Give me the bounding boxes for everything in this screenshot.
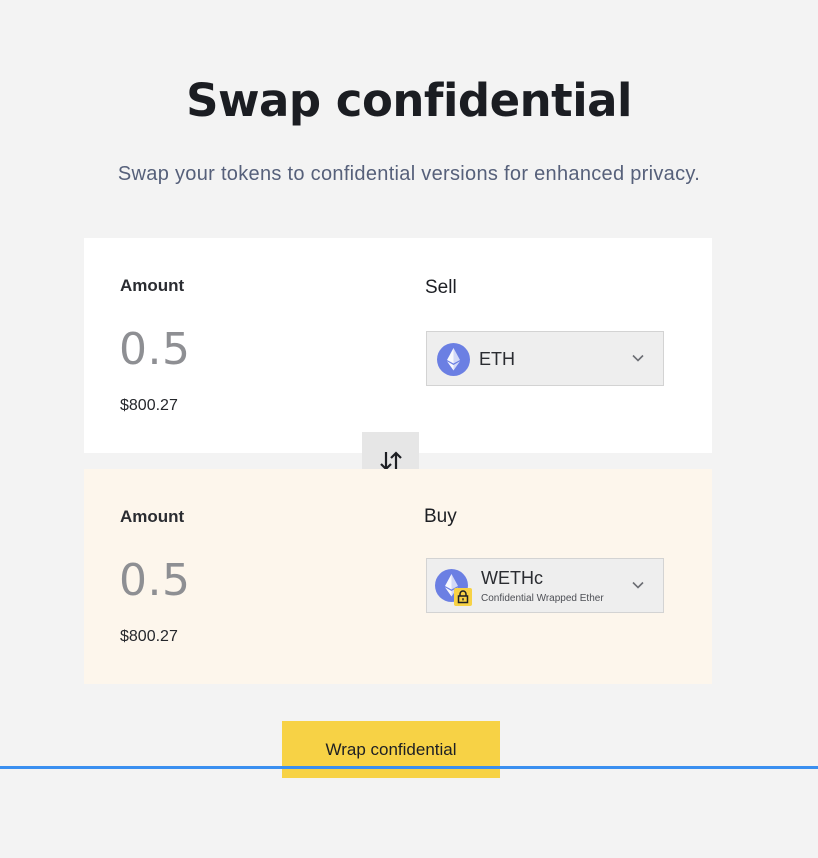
ethereum-icon — [437, 343, 470, 376]
sell-card: Amount 0.5 $800.27 Sell ETH — [84, 238, 712, 453]
buy-card: Amount 0.5 $800.27 Buy WETHc Confidentia… — [84, 469, 712, 684]
page-title: Swap confidential — [186, 74, 632, 127]
chevron-down-icon — [632, 354, 644, 362]
sell-label: Sell — [425, 277, 457, 298]
sell-amount-label: Amount — [120, 276, 185, 295]
sell-amount-input[interactable]: 0.5 — [119, 324, 190, 375]
buy-token-symbol: WETHc — [481, 568, 543, 588]
sell-usd-value: $800.27 — [120, 397, 178, 414]
buy-token-select[interactable]: WETHc Confidential Wrapped Ether — [426, 558, 664, 613]
lock-icon — [457, 590, 469, 604]
page-subtitle: Swap your tokens to confidential version… — [117, 163, 701, 185]
buy-label: Buy — [424, 506, 457, 527]
buy-usd-value: $800.27 — [120, 628, 178, 645]
sell-token-symbol: ETH — [479, 349, 515, 369]
lock-badge — [454, 588, 472, 606]
guide-line — [0, 766, 818, 769]
sell-token-select[interactable]: ETH — [426, 331, 664, 386]
buy-amount-label: Amount — [120, 507, 185, 526]
wrap-confidential-button[interactable]: Wrap confidential — [282, 721, 500, 778]
buy-token-name: Confidential Wrapped Ether — [481, 593, 604, 604]
chevron-down-icon — [632, 581, 644, 589]
buy-amount-input[interactable]: 0.5 — [119, 555, 190, 606]
